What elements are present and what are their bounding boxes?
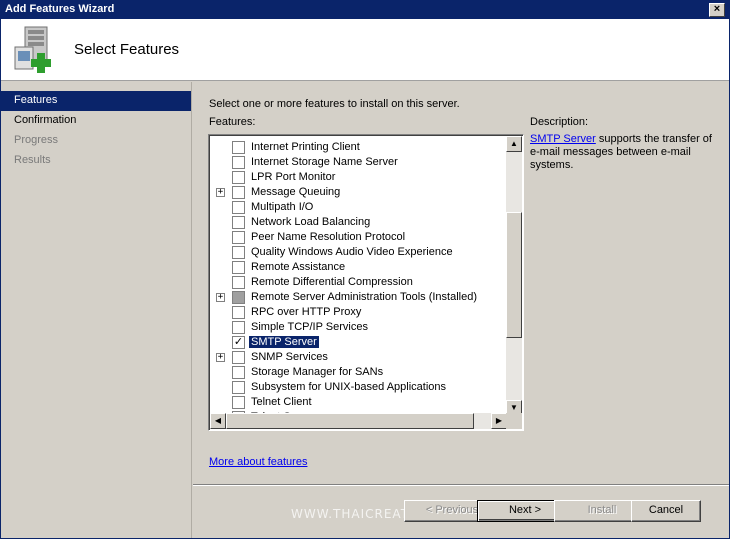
feature-label[interactable]: Remote Assistance <box>249 261 347 273</box>
feature-row[interactable]: Quality Windows Audio Video Experience <box>210 245 507 260</box>
feature-checkbox[interactable] <box>232 381 245 394</box>
scroll-left-icon[interactable]: ◀ <box>210 413 226 429</box>
more-about-features-link[interactable]: More about features <box>209 456 307 468</box>
feature-row[interactable]: Remote Differential Compression <box>210 275 507 290</box>
feature-label[interactable]: Subsystem for UNIX-based Applications <box>249 381 448 393</box>
feature-row[interactable]: Network Load Balancing <box>210 215 507 230</box>
feature-checkbox[interactable] <box>232 321 245 334</box>
expand-icon[interactable]: + <box>216 293 225 302</box>
feature-row[interactable]: Subsystem for UNIX-based Applications <box>210 380 507 395</box>
title-bar[interactable]: Add Features Wizard × <box>1 1 729 19</box>
feature-checkbox[interactable]: ✓ <box>232 336 245 349</box>
features-label: Features: <box>209 116 256 128</box>
feature-row[interactable]: Internet Storage Name Server <box>210 155 507 170</box>
feature-checkbox[interactable] <box>232 141 245 154</box>
page-title: Select Features <box>74 41 180 58</box>
feature-row[interactable]: Peer Name Resolution Protocol <box>210 230 507 245</box>
feature-checkbox[interactable] <box>232 276 245 289</box>
feature-label[interactable]: Peer Name Resolution Protocol <box>249 231 407 243</box>
feature-label[interactable]: Message Queuing <box>249 186 342 198</box>
scroll-right-icon[interactable]: ▶ <box>491 413 507 429</box>
horizontal-scroll-thumb[interactable] <box>226 413 474 429</box>
footer-divider <box>193 484 729 486</box>
feature-label[interactable]: Network Load Balancing <box>249 216 372 228</box>
feature-checkbox[interactable] <box>232 216 245 229</box>
feature-label[interactable]: Internet Printing Client <box>249 141 362 153</box>
feature-checkbox[interactable] <box>232 366 245 379</box>
feature-row[interactable]: RPC over HTTP Proxy <box>210 305 507 320</box>
feature-list: Internet Printing Client Internet Storage… <box>210 136 507 416</box>
feature-row[interactable]: Simple TCP/IP Services <box>210 320 507 335</box>
feature-checkbox[interactable] <box>232 156 245 169</box>
feature-label[interactable]: Internet Storage Name Server <box>249 156 400 168</box>
main-content: Select one or more features to install o… <box>193 82 729 482</box>
description-text: SMTP Server supports the transfer of e-m… <box>530 133 720 172</box>
nav-step-confirmation[interactable]: Confirmation <box>1 111 191 131</box>
feature-row[interactable]: + Message Queuing <box>210 185 507 200</box>
feature-row[interactable]: Telnet Client <box>210 395 507 410</box>
feature-row[interactable]: Storage Manager for SANs <box>210 365 507 380</box>
close-button[interactable]: × <box>709 3 725 17</box>
expand-icon[interactable]: + <box>216 353 225 362</box>
feature-checkbox[interactable] <box>232 201 245 214</box>
instruction-text: Select one or more features to install o… <box>209 98 460 110</box>
nav-step-results: Results <box>14 154 51 166</box>
feature-label[interactable]: SNMP Services <box>249 351 330 363</box>
feature-label[interactable]: Telnet Client <box>249 396 314 408</box>
feature-checkbox[interactable] <box>232 396 245 409</box>
feature-checkbox[interactable] <box>232 186 245 199</box>
feature-label[interactable]: Multipath I/O <box>249 201 315 213</box>
server-add-icon <box>14 26 51 73</box>
feature-label[interactable]: Remote Differential Compression <box>249 276 415 288</box>
features-tree[interactable]: Internet Printing Client Internet Storage… <box>208 134 524 431</box>
vertical-scrollbar[interactable]: ▲ ▼ <box>506 136 522 416</box>
feature-label[interactable]: Storage Manager for SANs <box>249 366 385 378</box>
feature-label[interactable]: LPR Port Monitor <box>249 171 337 183</box>
horizontal-scrollbar[interactable]: ◀ ▶ <box>210 413 507 429</box>
feature-checkbox[interactable] <box>232 306 245 319</box>
feature-label[interactable]: Simple TCP/IP Services <box>249 321 370 333</box>
feature-checkbox[interactable] <box>232 291 245 304</box>
nav-step-features[interactable]: Features <box>1 91 191 111</box>
feature-row[interactable]: LPR Port Monitor <box>210 170 507 185</box>
scrollbar-corner <box>506 413 522 429</box>
add-features-wizard-window: Add Features Wizard × Select Features Fe… <box>0 0 730 539</box>
feature-label[interactable]: Quality Windows Audio Video Experience <box>249 246 455 258</box>
wizard-step-nav: Features Confirmation Progress Results <box>1 82 192 538</box>
feature-checkbox[interactable] <box>232 261 245 274</box>
window-title: Add Features Wizard <box>5 3 115 15</box>
feature-row[interactable]: ✓ SMTP Server <box>210 335 507 350</box>
feature-row[interactable]: Remote Assistance <box>210 260 507 275</box>
feature-checkbox[interactable] <box>232 231 245 244</box>
feature-row[interactable]: + SNMP Services <box>210 350 507 365</box>
feature-label[interactable]: Remote Server Administration Tools (Inst… <box>249 291 479 303</box>
scroll-up-icon[interactable]: ▲ <box>506 136 522 152</box>
feature-row[interactable]: Internet Printing Client <box>210 140 507 155</box>
expand-icon[interactable]: + <box>216 188 225 197</box>
feature-checkbox[interactable] <box>232 246 245 259</box>
feature-row[interactable]: Multipath I/O <box>210 200 507 215</box>
cancel-button[interactable]: Cancel <box>631 500 701 522</box>
feature-label[interactable]: SMTP Server <box>249 336 319 348</box>
wizard-header: Select Features <box>1 19 729 81</box>
nav-step-progress: Progress <box>14 134 59 146</box>
feature-label[interactable]: RPC over HTTP Proxy <box>249 306 363 318</box>
smtp-server-link[interactable]: SMTP Server <box>530 133 596 145</box>
feature-checkbox[interactable] <box>232 351 245 364</box>
vertical-scroll-thumb[interactable] <box>506 212 522 338</box>
description-label: Description: <box>530 116 589 128</box>
feature-row[interactable]: + Remote Server Administration Tools (Ins… <box>210 290 507 305</box>
feature-checkbox[interactable] <box>232 171 245 184</box>
